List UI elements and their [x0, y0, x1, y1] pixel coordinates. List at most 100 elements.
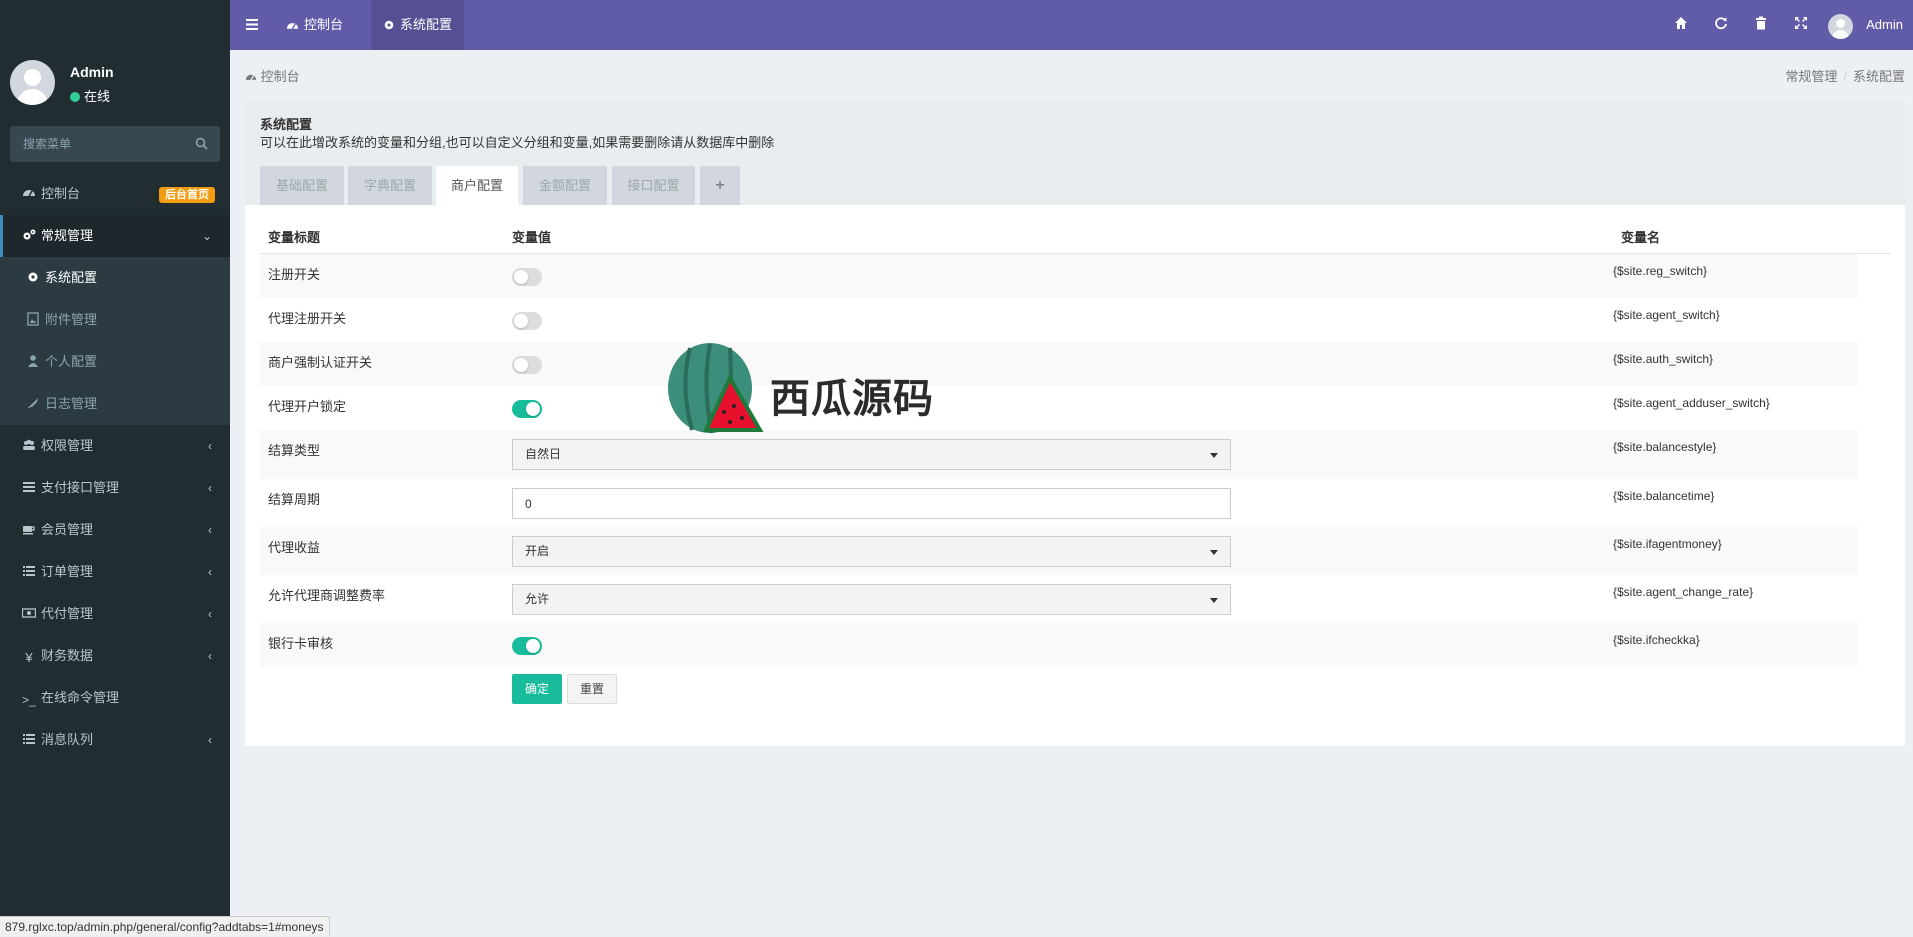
watermelon-logo-icon	[668, 343, 764, 434]
panel-title: 系统配置	[260, 117, 313, 132]
sidebar-item-order[interactable]: 订单管理 ‹	[0, 551, 230, 593]
header-user-name: Admin	[1866, 17, 1903, 32]
row-value	[512, 386, 542, 418]
search-icon[interactable]	[195, 137, 208, 153]
header-user-menu[interactable]: Admin	[1828, 0, 1903, 50]
row-variable-name: {$site.balancestyle}	[1613, 440, 1717, 454]
table-row: 代理开户锁定 {$site.agent_adduser_switch}	[260, 386, 1858, 430]
sidebar-item-system-config[interactable]: 系统配置	[0, 257, 230, 299]
money-icon	[22, 608, 36, 618]
table-row: 代理注册开关 {$site.agent_switch}	[260, 298, 1858, 342]
breadcrumb-item: 系统配置	[1852, 69, 1905, 84]
sidebar-item-label: 系统配置	[45, 270, 98, 285]
balance-style-select[interactable]: 自然日	[512, 439, 1231, 470]
sidebar-item-label: 权限管理	[41, 438, 94, 453]
sidebar-item-attachment[interactable]: 附件管理	[0, 299, 230, 341]
list-icon	[23, 734, 35, 744]
yen-icon: ¥	[25, 650, 33, 665]
sidebar-item-profile[interactable]: 个人配置	[0, 341, 230, 383]
trash-icon[interactable]	[1754, 16, 1772, 34]
add-tab-button[interactable]: +	[700, 166, 740, 205]
browser-status-url: 879.rglxc.top/admin.php/general/config?a…	[0, 916, 330, 936]
table-row: 代理收益 开启 {$site.ifagentmoney}	[260, 527, 1858, 575]
avatar[interactable]	[10, 60, 55, 105]
sidebar-item-log[interactable]: 日志管理	[0, 383, 230, 425]
sidebar-item-queue[interactable]: 消息队列 ‹	[0, 719, 230, 761]
agent-change-rate-select[interactable]: 允许	[512, 584, 1231, 615]
row-value	[512, 254, 542, 286]
sidebar-item-label: 支付接口管理	[41, 480, 120, 495]
sidebar-item-label: 个人配置	[45, 354, 98, 369]
bank-card-check-toggle[interactable]	[512, 637, 542, 655]
sidebar-item-label: 在线命令管理	[41, 690, 120, 705]
sidebar-item-label: 代付管理	[41, 606, 94, 621]
tab-label: 系统配置	[400, 17, 453, 32]
gear-icon	[384, 20, 394, 30]
tab-basic[interactable]: 基础配置	[260, 166, 344, 205]
table-row: 注册开关 {$site.reg_switch}	[260, 254, 1858, 298]
row-variable-name: {$site.agent_change_rate}	[1613, 585, 1754, 599]
user-name: Admin	[70, 64, 114, 80]
tab-interface[interactable]: 接口配置	[612, 166, 695, 205]
row-label: 结算类型	[268, 443, 321, 458]
user-icon	[28, 355, 38, 367]
agent-money-select[interactable]: 开启	[512, 536, 1231, 567]
online-dot-icon	[70, 92, 80, 102]
sidebar-item-command[interactable]: >_ 在线命令管理	[0, 677, 230, 719]
home-icon[interactable]	[1674, 16, 1692, 34]
tab-merchant[interactable]: 商户配置	[436, 166, 518, 205]
panel-heading: 系统配置 可以在此增改系统的变量和分组,也可以自定义分组和变量,如果需要删除请从…	[245, 99, 1905, 205]
row-value	[512, 298, 542, 330]
home-badge[interactable]: 后台首页	[159, 187, 215, 203]
sidebar-search	[10, 126, 220, 162]
sidebar-item-auth[interactable]: 权限管理 ‹	[0, 425, 230, 467]
row-variable-name: {$site.agent_adduser_switch}	[1613, 396, 1770, 410]
row-label: 结算周期	[268, 492, 321, 507]
sidebar: Admin 在线 控制台 后台首页 常规管理 ⌄ 系统配置 附件管理 个人配置 …	[0, 0, 230, 936]
list-icon	[23, 566, 35, 576]
row-variable-name: {$site.ifcheckka}	[1613, 633, 1700, 647]
config-panel: 系统配置 可以在此增改系统的变量和分组,也可以自定义分组和变量,如果需要删除请从…	[245, 99, 1905, 746]
search-input[interactable]	[10, 126, 220, 162]
terminal-icon: >_	[22, 693, 36, 707]
sidebar-item-general[interactable]: 常规管理 ⌄	[0, 215, 230, 257]
table-row: 结算类型 自然日 {$site.balancestyle}	[260, 430, 1858, 479]
sidebar-item-dashboard[interactable]: 控制台 后台首页	[0, 173, 230, 215]
balance-time-input[interactable]	[512, 488, 1231, 519]
reg-switch-toggle[interactable]	[512, 268, 542, 286]
breadcrumb: 常规管理 / 系统配置	[1785, 66, 1905, 85]
chevron-left-icon: ‹	[208, 523, 212, 537]
submit-button[interactable]: 确定	[512, 674, 562, 704]
caret-down-icon	[1210, 598, 1218, 603]
row-value: 允许	[512, 575, 1231, 615]
reset-button[interactable]: 重置	[567, 674, 617, 704]
sidebar-item-member[interactable]: 会员管理 ‹	[0, 509, 230, 551]
sidebar-item-payout[interactable]: 代付管理 ‹	[0, 593, 230, 635]
tab-dictionary[interactable]: 字典配置	[348, 166, 432, 205]
select-value: 开启	[525, 544, 550, 558]
sidebar-item-label: 财务数据	[41, 648, 94, 663]
column-header-title: 变量标题	[268, 230, 321, 245]
sidebar-item-label: 会员管理	[41, 522, 94, 537]
breadcrumb-item[interactable]: 常规管理	[1785, 69, 1837, 84]
status-label: 在线	[84, 89, 111, 104]
header-tab-system-config[interactable]: 系统配置	[371, 0, 465, 50]
agent-switch-toggle[interactable]	[512, 312, 542, 330]
sidebar-item-payment-api[interactable]: 支付接口管理 ‹	[0, 467, 230, 509]
refresh-icon[interactable]	[1714, 16, 1732, 34]
header-tab-dashboard[interactable]: 控制台	[274, 0, 355, 50]
chevron-left-icon: ‹	[208, 649, 212, 663]
user-panel: Admin 在线	[0, 0, 230, 116]
row-label: 代理开户锁定	[268, 399, 347, 414]
caret-down-icon	[1210, 550, 1218, 555]
row-variable-name: {$site.agent_switch}	[1613, 308, 1720, 322]
coffee-icon	[23, 526, 35, 535]
tab-amount[interactable]: 金额配置	[523, 166, 607, 205]
menu-toggle-button[interactable]	[230, 0, 274, 50]
row-variable-name: {$site.ifagentmoney}	[1613, 537, 1722, 551]
table-row: 允许代理商调整费率 允许 {$site.agent_change_rate}	[260, 575, 1858, 623]
auth-switch-toggle[interactable]	[512, 356, 542, 374]
fullscreen-icon[interactable]	[1794, 16, 1812, 34]
sidebar-item-finance[interactable]: ¥ 财务数据 ‹	[0, 635, 230, 677]
agent-adduser-switch-toggle[interactable]	[512, 400, 542, 418]
